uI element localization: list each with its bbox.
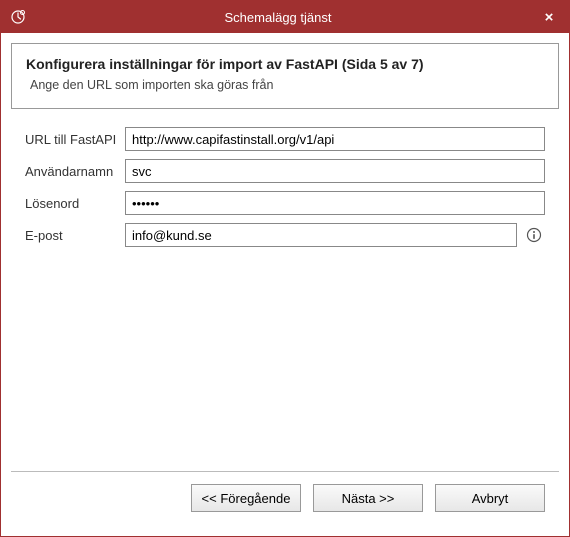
row-url: URL till FastAPI — [25, 127, 545, 151]
url-input[interactable] — [125, 127, 545, 151]
wizard-heading: Konfigurera inställningar för import av … — [26, 56, 544, 72]
username-input[interactable] — [125, 159, 545, 183]
dialog-window: Schemalägg tjänst × Konfigurera inställn… — [0, 0, 570, 537]
dialog-title: Schemalägg tjänst — [27, 10, 529, 25]
row-email: E-post — [25, 223, 545, 247]
button-bar: << Föregående Nästa >> Avbryt — [11, 471, 559, 526]
next-button[interactable]: Nästa >> — [313, 484, 423, 512]
password-label: Lösenord — [25, 196, 125, 211]
password-input[interactable] — [125, 191, 545, 215]
dialog-content: Konfigurera inställningar för import av … — [1, 33, 569, 536]
close-button[interactable]: × — [529, 1, 569, 33]
row-username: Användarnamn — [25, 159, 545, 183]
spacer — [11, 255, 559, 471]
row-password: Lösenord — [25, 191, 545, 215]
info-icon[interactable] — [523, 224, 545, 246]
url-label: URL till FastAPI — [25, 132, 125, 147]
wizard-header: Konfigurera inställningar för import av … — [11, 43, 559, 109]
email-input[interactable] — [125, 223, 517, 247]
app-icon — [9, 8, 27, 26]
titlebar: Schemalägg tjänst × — [1, 1, 569, 33]
email-label: E-post — [25, 228, 125, 243]
prev-button[interactable]: << Föregående — [191, 484, 301, 512]
username-label: Användarnamn — [25, 164, 125, 179]
cancel-button[interactable]: Avbryt — [435, 484, 545, 512]
wizard-subheading: Ange den URL som importen ska göras från — [26, 78, 544, 92]
form-area: URL till FastAPI Användarnamn Lösenord E… — [11, 109, 559, 255]
